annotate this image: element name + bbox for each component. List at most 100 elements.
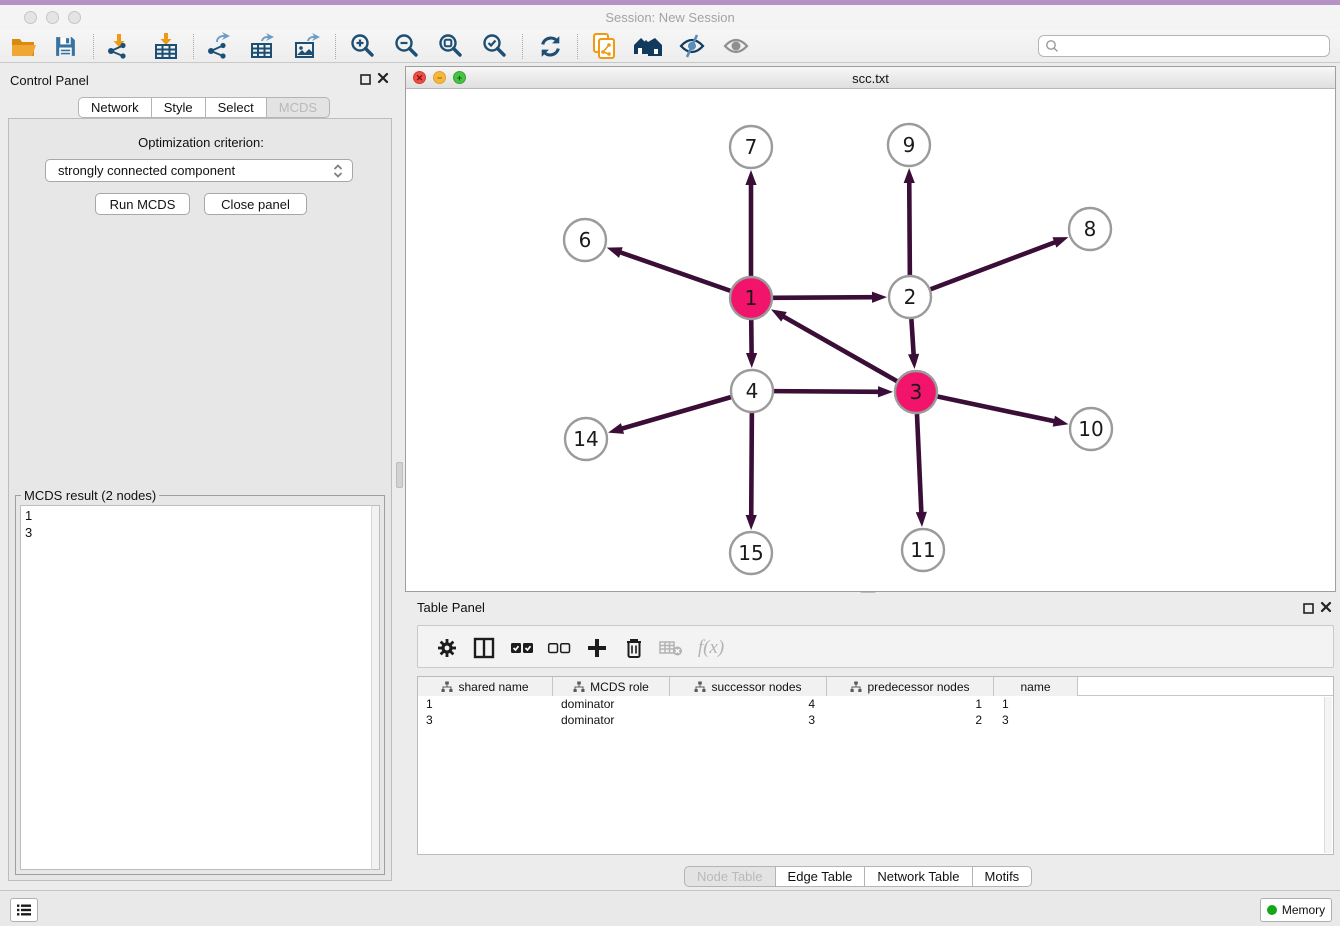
vertical-splitter-grip[interactable] <box>396 462 403 488</box>
mcds-result-text[interactable]: 1 3 <box>20 505 371 870</box>
column-header-MCDS-role[interactable]: MCDS role <box>553 677 670 696</box>
table-row[interactable]: 3dominator323 <box>418 712 1333 728</box>
graph-node-10[interactable]: 10 <box>1070 408 1112 450</box>
tab-network-table[interactable]: Network Table <box>865 866 972 887</box>
close-table-panel-icon[interactable] <box>1320 600 1332 618</box>
apply-function-icon[interactable]: f(x) <box>690 633 732 663</box>
import-network-icon[interactable] <box>101 32 135 60</box>
tab-style[interactable]: Style <box>152 97 206 118</box>
export-table-icon[interactable] <box>245 32 279 60</box>
zoom-selected-icon[interactable] <box>477 32 511 60</box>
zoom-fit-icon[interactable] <box>433 32 467 60</box>
graph-node-3[interactable]: 3 <box>895 371 937 413</box>
column-header-successor-nodes[interactable]: successor nodes <box>670 677 827 696</box>
graph-edge-1-6[interactable] <box>619 252 730 291</box>
graph-edge-arrowhead <box>608 423 624 434</box>
close-panel-icon[interactable] <box>377 71 389 89</box>
tab-mcds[interactable]: MCDS <box>267 97 330 118</box>
float-table-panel-icon[interactable] <box>1303 601 1314 619</box>
mcds-result-scrollbar[interactable] <box>371 505 380 870</box>
zoom-in-icon[interactable] <box>345 32 379 60</box>
graph-node-11[interactable]: 11 <box>902 529 944 571</box>
mcds-result-group: MCDS result (2 nodes) 1 3 <box>15 495 385 875</box>
refresh-view-icon[interactable] <box>533 32 567 60</box>
graph-edge-4-3[interactable] <box>774 391 880 392</box>
tab-edge-table[interactable]: Edge Table <box>776 866 866 887</box>
graph-node-15[interactable]: 15 <box>730 532 772 574</box>
graph-node-7[interactable]: 7 <box>730 126 772 168</box>
graph-edge-4-15[interactable] <box>751 413 752 517</box>
node-table[interactable]: shared nameMCDS rolesuccessor nodesprede… <box>417 676 1334 855</box>
new-network-from-selection-icon[interactable] <box>587 32 621 60</box>
graph-edge-4-14[interactable] <box>621 397 731 429</box>
show-column-panel-icon[interactable] <box>469 633 499 663</box>
cell-MCDS-role[interactable]: dominator <box>553 696 670 712</box>
tab-select[interactable]: Select <box>206 97 267 118</box>
hide-selected-eye-slash-icon[interactable] <box>675 32 709 60</box>
table-row[interactable]: 1dominator411 <box>418 696 1333 712</box>
graph-node-label: 2 <box>904 285 917 309</box>
cell-MCDS-role[interactable]: dominator <box>553 712 670 728</box>
cell-name[interactable]: 1 <box>994 696 1078 712</box>
save-session-icon[interactable] <box>48 32 82 60</box>
task-history-button[interactable] <box>10 898 38 922</box>
graph-edge-arrowhead <box>771 309 787 321</box>
graph-node-6[interactable]: 6 <box>564 219 606 261</box>
float-panel-icon[interactable] <box>360 72 371 90</box>
table-panel: Table Panel f(x) shared name <box>405 595 1336 888</box>
run-mcds-button[interactable]: Run MCDS <box>95 193 190 215</box>
first-neighbors-icon[interactable] <box>631 32 665 60</box>
network-canvas[interactable]: 7 9 6 8 1 2 4 3 14 10 15 11 <box>406 89 1335 591</box>
cell-name[interactable]: 3 <box>994 712 1078 728</box>
tab-node-table[interactable]: Node Table <box>684 866 776 887</box>
show-all-eye-icon[interactable] <box>719 32 753 60</box>
tab-network[interactable]: Network <box>78 97 152 118</box>
close-panel-button[interactable]: Close panel <box>204 193 307 215</box>
graph-node-8[interactable]: 8 <box>1069 208 1111 250</box>
select-all-columns-icon[interactable] <box>507 633 537 663</box>
graph-edge-3-10[interactable] <box>938 397 1056 422</box>
network-view-window: ✕ − + scc.txt 7 9 6 8 1 2 4 3 14 10 15 11 <box>405 66 1336 592</box>
graph-edge-3-11[interactable] <box>917 414 921 514</box>
export-image-icon[interactable] <box>289 32 323 60</box>
cell-shared-name[interactable]: 3 <box>418 712 553 728</box>
graph-edge-2-8[interactable] <box>931 242 1057 290</box>
open-session-icon[interactable] <box>6 32 40 60</box>
graph-node-1[interactable]: 1 <box>730 277 772 319</box>
optimization-criterion-select[interactable]: strongly connected component <box>45 159 353 182</box>
settings-gear-icon[interactable] <box>432 633 462 663</box>
graph-node-label: 1 <box>745 286 758 310</box>
zoom-out-icon[interactable] <box>389 32 423 60</box>
table-scrollbar[interactable] <box>1324 697 1332 853</box>
graph-edge-arrowhead <box>1052 237 1068 248</box>
unselect-all-columns-icon[interactable] <box>544 633 574 663</box>
create-column-plus-icon[interactable] <box>582 633 612 663</box>
memory-button[interactable]: Memory <box>1260 898 1332 922</box>
cell-predecessor-nodes[interactable]: 1 <box>827 696 994 712</box>
graph-node-4[interactable]: 4 <box>731 370 773 412</box>
graph-edge-3-1[interactable] <box>782 316 897 381</box>
import-table-icon[interactable] <box>149 32 183 60</box>
delete-table-icon[interactable] <box>656 633 686 663</box>
cell-successor-nodes[interactable]: 4 <box>670 696 827 712</box>
cell-predecessor-nodes[interactable]: 2 <box>827 712 994 728</box>
status-bar: Memory <box>0 890 1340 926</box>
export-network-icon[interactable] <box>201 32 235 60</box>
graph-edge-1-2[interactable] <box>773 297 874 298</box>
tab-motifs[interactable]: Motifs <box>973 866 1033 887</box>
graph-edge-2-3[interactable] <box>911 319 913 356</box>
search-input[interactable] <box>1060 37 1329 55</box>
column-header-predecessor-nodes[interactable]: predecessor nodes <box>827 677 994 696</box>
graph-node-2[interactable]: 2 <box>889 276 931 318</box>
cell-successor-nodes[interactable]: 3 <box>670 712 827 728</box>
graph-node-14[interactable]: 14 <box>565 418 607 460</box>
column-header-shared-name[interactable]: shared name <box>418 677 553 696</box>
cell-shared-name[interactable]: 1 <box>418 696 553 712</box>
network-view-titlebar[interactable]: ✕ − + scc.txt <box>406 67 1335 89</box>
graph-node-9[interactable]: 9 <box>888 124 930 166</box>
graph-node-label: 8 <box>1084 217 1097 241</box>
search-field[interactable] <box>1038 35 1330 57</box>
column-header-name[interactable]: name <box>994 677 1078 696</box>
graph-edge-2-9[interactable] <box>909 181 910 275</box>
delete-column-trash-icon[interactable] <box>619 633 649 663</box>
